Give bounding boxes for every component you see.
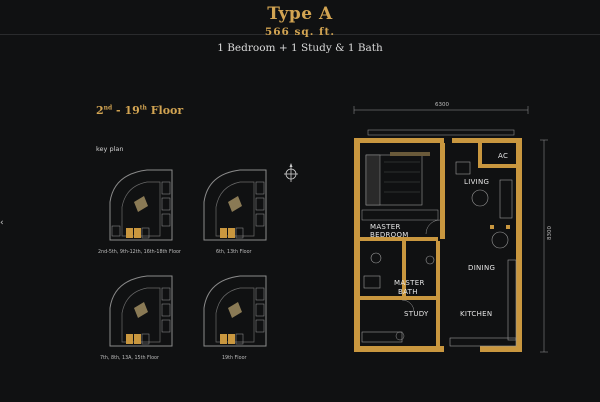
- room-label-ac: AC: [498, 152, 509, 160]
- floor-range: 2nd - 19th Floor: [96, 104, 183, 117]
- floor-word: Floor: [146, 104, 184, 117]
- key-plan-caption-1: 2nd-5th, 9th-12th, 16th-18th Floor: [98, 250, 181, 255]
- key-plan-caption-3: 7th, 8th, 13A, 15th Floor: [100, 356, 159, 361]
- room-label-kitchen: KITCHEN: [460, 310, 493, 318]
- key-plan-diagram-1: [109, 169, 173, 241]
- key-plan-caption-4: 19th Floor: [222, 356, 247, 361]
- unit-type-title: Type A: [267, 4, 333, 24]
- room-label-living: LIVING: [464, 178, 490, 186]
- floor-last-suffix: th: [139, 104, 147, 112]
- unit-area: 566 sq. ft.: [264, 26, 336, 38]
- unit-configuration: 1 Bedroom + 1 Study & 1 Bath: [217, 42, 383, 54]
- floor-first: 2: [96, 104, 104, 117]
- plan-depth-dimension: 8300: [547, 226, 553, 240]
- floor-separator: -: [112, 104, 125, 117]
- floor-last: 19: [124, 104, 140, 117]
- room-label-master-bath-line1: MASTER: [394, 279, 425, 287]
- floor-first-suffix: nd: [103, 104, 113, 112]
- key-plan-diagram-4: [203, 275, 267, 347]
- room-label-master-bath-line2: BATH: [398, 288, 418, 296]
- key-plan-caption-2: 6th, 13th Floor: [216, 250, 252, 255]
- room-label-study: STUDY: [404, 310, 429, 318]
- room-label-dining: DINING: [468, 264, 496, 272]
- compass-icon: [284, 163, 298, 182]
- prev-arrow-icon[interactable]: ‹: [0, 218, 4, 228]
- key-plan-label: key plan: [96, 145, 124, 153]
- key-plan-diagram-2: [203, 169, 267, 241]
- room-label-master-bedroom: MASTER BEDROOM: [370, 223, 409, 239]
- plan-width-dimension: 6300: [435, 102, 449, 108]
- key-plan-diagram-3: [109, 275, 173, 347]
